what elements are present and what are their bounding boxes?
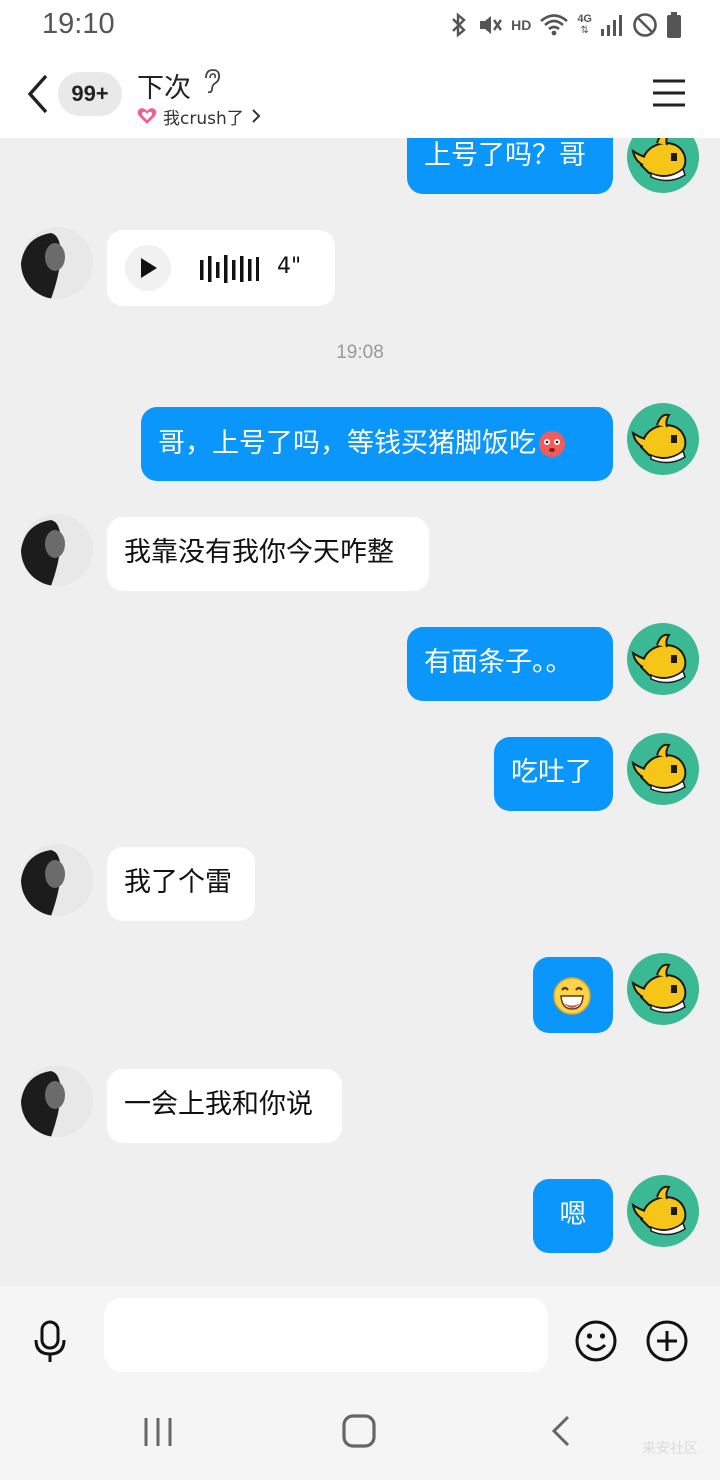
dolphin-avatar-icon xyxy=(631,1185,687,1236)
message-text: 吃吐了 xyxy=(511,757,592,788)
contact-avatar[interactable] xyxy=(21,844,93,916)
person-avatar-icon xyxy=(21,1065,93,1137)
heart-icon xyxy=(137,108,157,124)
message-text: 哥，上号了吗，等钱买猪脚饭吃 xyxy=(158,428,536,459)
message-bubble-received[interactable]: 我靠没有我你今天咋整 xyxy=(107,517,429,591)
message-text: 上号了吗？哥 xyxy=(424,140,586,171)
status-icons: HD 4G ⇅ xyxy=(449,10,682,40)
smiley-icon[interactable] xyxy=(575,1320,617,1362)
crush-subtitle: 我crush了 xyxy=(163,108,244,129)
flushed-face-emoji xyxy=(539,431,565,457)
contact-avatar[interactable] xyxy=(21,227,93,299)
person-avatar-icon xyxy=(21,844,93,916)
waveform-icon xyxy=(200,255,259,283)
my-avatar[interactable] xyxy=(627,953,699,1025)
home-icon[interactable] xyxy=(342,1414,376,1448)
ear-icon xyxy=(205,69,221,94)
wifi-icon xyxy=(540,14,569,36)
contact-avatar[interactable] xyxy=(21,1065,93,1137)
voice-duration: 4" xyxy=(277,254,302,279)
bluetooth-icon xyxy=(452,12,466,38)
my-avatar[interactable] xyxy=(627,138,699,193)
dolphin-avatar-icon xyxy=(631,138,687,182)
chevron-right-icon xyxy=(252,109,261,123)
contact-name[interactable]: 下次 xyxy=(137,66,191,105)
message-bubble-sent[interactable]: 上号了吗？哥 xyxy=(407,138,613,194)
data-arrows-icon: ⇅ xyxy=(580,25,589,36)
message-text: 我靠没有我你今天咋整 xyxy=(124,537,394,568)
person-avatar-icon xyxy=(21,514,93,586)
dnd-icon xyxy=(633,13,657,37)
contact-avatar[interactable] xyxy=(21,514,93,586)
battery-icon xyxy=(667,12,681,38)
message-input[interactable] xyxy=(104,1298,548,1372)
menu-icon[interactable] xyxy=(652,78,686,108)
plus-icon[interactable] xyxy=(646,1320,688,1362)
4g-label: 4G xyxy=(577,13,592,25)
grinning-face-emoji xyxy=(553,977,591,1015)
message-bubble-sent[interactable]: 吃吐了 xyxy=(494,737,613,811)
my-avatar[interactable] xyxy=(627,1175,699,1247)
back-nav-icon[interactable] xyxy=(550,1414,572,1448)
message-bubble-sent[interactable]: 嗯 xyxy=(533,1179,613,1253)
message-bubble-received[interactable]: 一会上我和你说 xyxy=(107,1069,342,1143)
status-bar: 19:10 HD 4G ⇅ xyxy=(0,0,720,52)
mute-icon xyxy=(480,16,503,34)
message-text: 嗯 xyxy=(559,1199,587,1230)
my-avatar[interactable] xyxy=(627,733,699,805)
signal-icon xyxy=(601,15,622,36)
crush-status[interactable]: 我crush了 xyxy=(137,104,262,129)
message-bubble-sent[interactable]: 有面条子。。 xyxy=(407,627,613,701)
my-avatar[interactable] xyxy=(627,623,699,695)
back-icon[interactable] xyxy=(22,72,56,116)
status-time: 19:10 xyxy=(42,8,115,40)
play-icon[interactable] xyxy=(125,245,171,291)
dolphin-avatar-icon xyxy=(631,413,687,464)
person-avatar-icon xyxy=(21,227,93,299)
input-bar xyxy=(0,1286,720,1386)
my-avatar[interactable] xyxy=(627,403,699,475)
microphone-icon[interactable] xyxy=(32,1320,68,1364)
message-text: 一会上我和你说 xyxy=(124,1089,313,1120)
unread-badge[interactable]: 99+ xyxy=(58,72,122,116)
dolphin-avatar-icon xyxy=(631,963,687,1014)
dolphin-avatar-icon xyxy=(631,633,687,684)
watermark: 来安社区 xyxy=(642,1441,698,1457)
message-text: 我了个雷 xyxy=(124,867,232,898)
chat-header: 99+ 下次 我crush了 xyxy=(0,52,720,138)
navigation-bar xyxy=(0,1386,720,1480)
message-bubble-received[interactable]: 我了个雷 xyxy=(107,847,255,921)
network-type: 4G ⇅ xyxy=(577,13,592,37)
voice-message[interactable]: 4" xyxy=(107,230,335,306)
dolphin-avatar-icon xyxy=(631,743,687,794)
message-list[interactable]: 上号了吗？哥 4" 19:08 哥，上号了吗，等钱买猪脚饭吃 我靠没有我你今天咋… xyxy=(0,138,720,1286)
recent-apps-icon[interactable] xyxy=(142,1416,174,1448)
timestamp: 19:08 xyxy=(336,342,384,363)
message-text: 有面条子。。 xyxy=(424,647,573,678)
hd-icon: HD xyxy=(511,17,532,33)
message-bubble-sent[interactable] xyxy=(533,957,613,1033)
message-bubble-sent[interactable]: 哥，上号了吗，等钱买猪脚饭吃 xyxy=(141,407,613,481)
